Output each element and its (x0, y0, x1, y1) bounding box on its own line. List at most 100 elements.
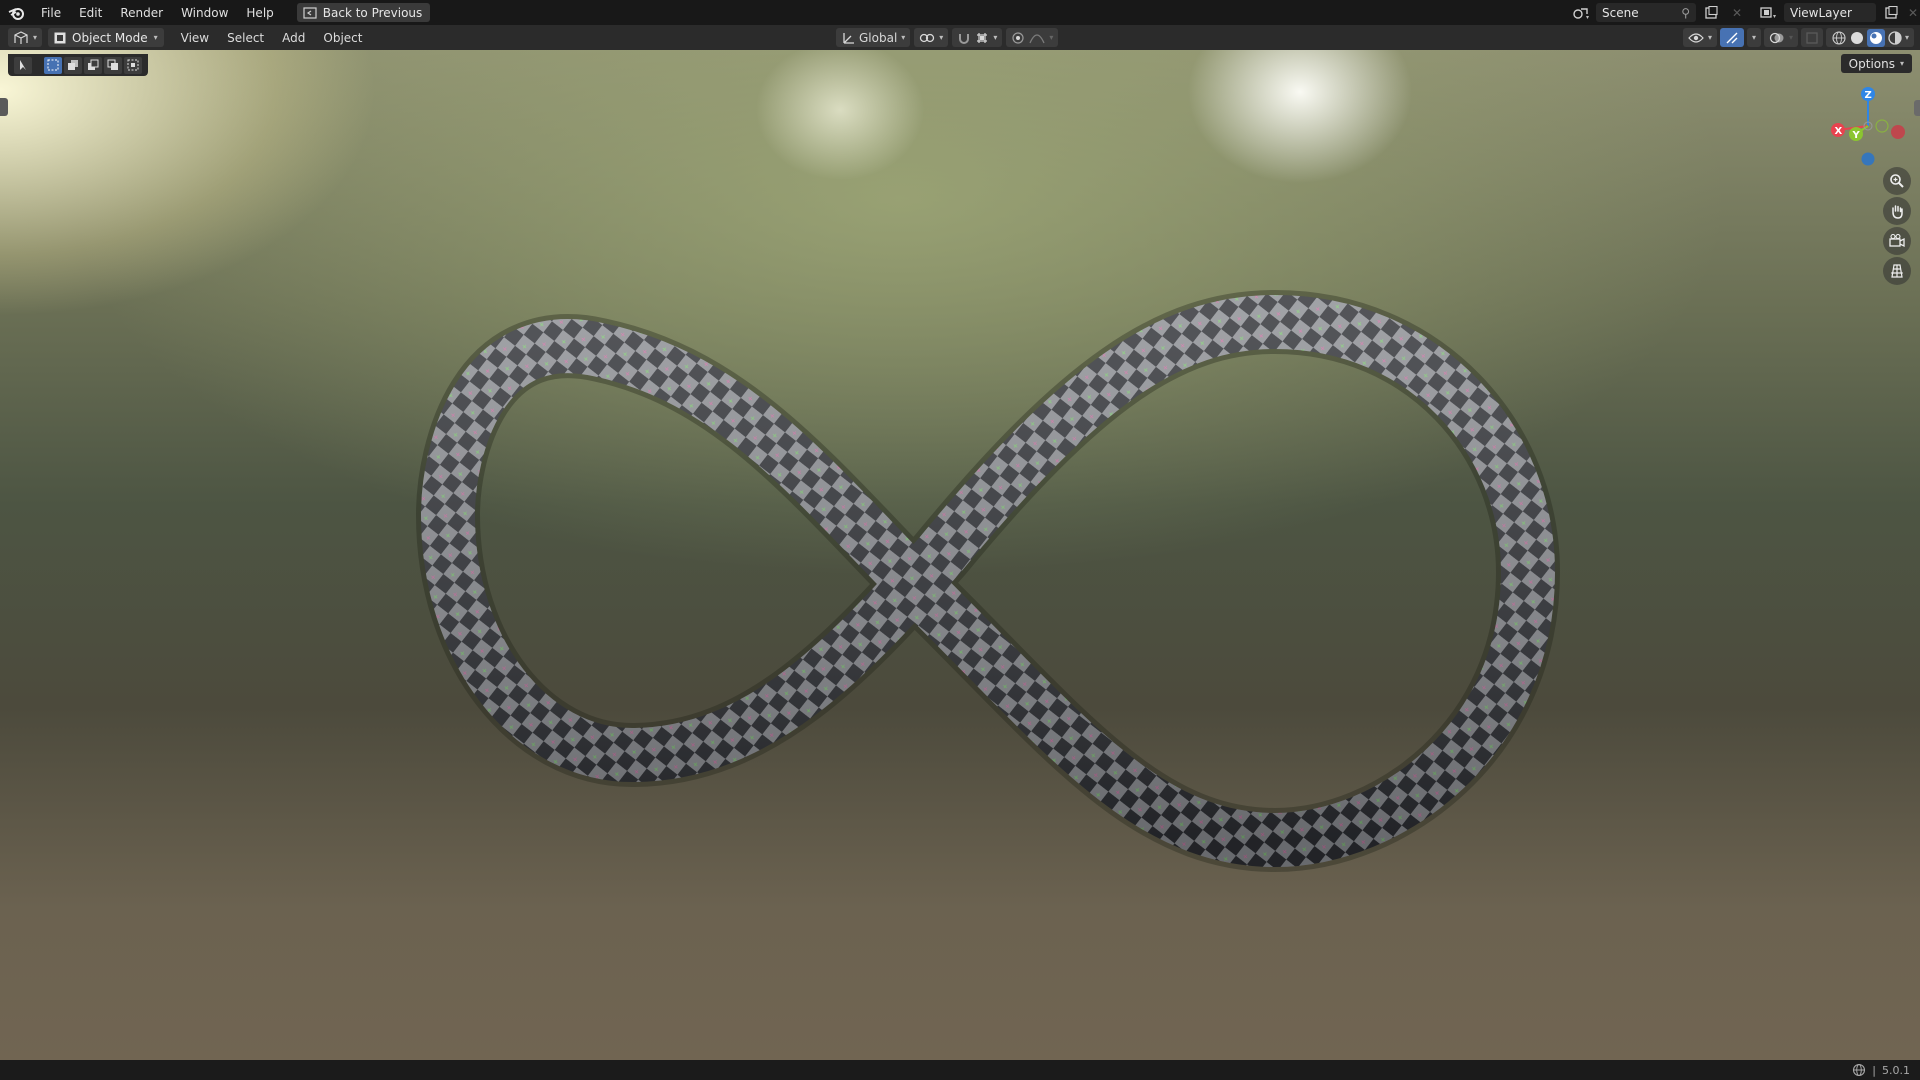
chevron-down-icon: ▾ (901, 33, 906, 42)
gizmo-y-label: Y (1852, 130, 1861, 141)
blender-version: 5.0.1 (1882, 1063, 1910, 1077)
editor-type-button[interactable]: ▾ (8, 28, 43, 47)
select-invert-button[interactable] (104, 56, 122, 74)
object-mode-dropdown[interactable]: Object Mode ▾ (48, 28, 164, 47)
eye-icon (1688, 32, 1704, 43)
select-intersect-icon (127, 59, 139, 71)
proportional-editing-group[interactable]: ▾ (1006, 28, 1059, 47)
view-layer-field[interactable]: ViewLayer (1784, 3, 1876, 22)
select-subtract-icon (88, 59, 99, 70)
scene-name: Scene (1602, 5, 1639, 20)
select-new-button[interactable] (44, 56, 62, 74)
checkered-torus-knot-object[interactable]: + + (0, 50, 1920, 1060)
top-right-controls: ▾ Scene ⚲ ✕ ▾ ViewLayer ✕ (1570, 0, 1920, 25)
material-preview-shading-button[interactable] (1866, 28, 1885, 47)
hand-pan-icon (1892, 205, 1903, 219)
options-label: Options (1848, 56, 1895, 71)
viewport-display-tools: ▾ ▾ ▾ ▾ (1682, 28, 1914, 47)
selection-tool-strip (8, 54, 148, 76)
scene-selector-icon[interactable]: ▾ (1570, 3, 1592, 22)
status-separator: | (1872, 1063, 1876, 1077)
camera-view-button[interactable] (1883, 227, 1911, 255)
snap-magnet-icon[interactable] (957, 31, 971, 45)
blender-logo-icon[interactable] (6, 3, 26, 23)
wireframe-shading-icon[interactable] (1831, 30, 1847, 46)
chevron-down-icon: ▾ (33, 33, 38, 42)
select-subtract-button[interactable] (84, 56, 102, 74)
status-bar: | 5.0.1 (0, 1060, 1920, 1080)
delete-view-layer-icon[interactable]: ✕ (1906, 3, 1920, 22)
menu-select[interactable]: Select (218, 28, 273, 48)
visibility-dropdown[interactable]: ▾ (1682, 28, 1717, 47)
chevron-down-icon: ▾ (1049, 33, 1054, 42)
select-new-icon (47, 59, 59, 71)
zoom-button[interactable] (1883, 167, 1911, 195)
transform-orientation-label: Global (859, 30, 898, 45)
menu-help[interactable]: Help (237, 3, 282, 23)
scene-name-field[interactable]: Scene ⚲ (1596, 3, 1696, 22)
select-extend-icon (68, 60, 78, 70)
delete-scene-icon[interactable]: ✕ (1726, 3, 1748, 22)
select-extend-button[interactable] (64, 56, 82, 74)
overlays-toggle[interactable]: ▾ (1763, 28, 1798, 47)
3d-viewport[interactable]: + + (0, 50, 1920, 1060)
xray-toggle[interactable] (1800, 28, 1823, 47)
perspective-toggle-button[interactable] (1883, 257, 1911, 285)
chevron-down-icon[interactable]: ▾ (1905, 33, 1909, 42)
options-dropdown[interactable]: Options ▾ (1840, 54, 1912, 73)
chevron-down-icon: ▾ (153, 33, 158, 42)
select-invert-icon (107, 59, 118, 70)
back-to-previous-button[interactable]: Back to Previous (296, 3, 431, 22)
material-preview-icon (1869, 31, 1882, 44)
rendered-shading-icon[interactable] (1887, 30, 1903, 46)
svg-text:▾: ▾ (1586, 14, 1589, 20)
menu-edit[interactable]: Edit (70, 3, 111, 23)
magnifier-zoom-icon (1890, 174, 1904, 188)
screen-back-icon (303, 6, 317, 19)
back-to-previous-label: Back to Previous (322, 5, 423, 20)
svg-text:▾: ▾ (1773, 13, 1776, 20)
object-mode-icon (54, 32, 66, 43)
proportional-editing-icon[interactable] (1011, 31, 1025, 45)
shading-mode-group: ▾ (1825, 28, 1914, 47)
sidebar-expand-tab[interactable] (1914, 100, 1920, 116)
viewport-header: ▾ Object Mode ▾ View Select Add Object G… (0, 25, 1920, 50)
pivot-point-dropdown[interactable]: ▾ (914, 28, 949, 47)
chevron-down-icon: ▾ (1899, 59, 1904, 68)
menu-render[interactable]: Render (111, 3, 172, 23)
gizmo-neg-x-axis (1891, 125, 1905, 139)
falloff-curve-icon[interactable] (1029, 31, 1045, 45)
menu-object[interactable]: Object (314, 28, 371, 48)
pan-button[interactable] (1883, 197, 1911, 225)
menu-view[interactable]: View (172, 28, 218, 48)
select-tool-button[interactable] (14, 56, 32, 74)
pivot-point-icon (920, 33, 935, 42)
menu-add[interactable]: Add (273, 28, 314, 48)
gizmo-z-label: Z (1865, 90, 1872, 101)
chevron-down-icon: ▾ (1788, 33, 1793, 42)
gizmo-options-dropdown[interactable]: ▾ (1746, 28, 1761, 47)
new-scene-icon[interactable] (1700, 3, 1722, 22)
menu-file[interactable]: File (32, 3, 70, 23)
select-intersect-button[interactable] (124, 56, 142, 74)
grid-perspective-icon (1891, 264, 1903, 278)
gizmo-neg-y-axis (1875, 119, 1889, 133)
top-bar: File Edit Render Window Help Back to Pre… (0, 0, 1920, 25)
show-gizmo-toggle[interactable] (1719, 28, 1744, 47)
transform-orientation-dropdown[interactable]: Global ▾ (836, 28, 911, 47)
navigation-gizmo[interactable]: Z X Y (1826, 86, 1906, 176)
gizmo-icon (1726, 32, 1738, 43)
menu-window[interactable]: Window (172, 3, 237, 23)
solid-shading-icon[interactable] (1849, 30, 1865, 46)
orientation-axes-icon (843, 32, 854, 44)
pin-icon[interactable]: ⚲ (1681, 6, 1690, 20)
chevron-down-icon: ▾ (1707, 33, 1712, 42)
view-layer-selector-icon[interactable]: ▾ (1758, 3, 1780, 22)
new-view-layer-icon[interactable] (1880, 3, 1902, 22)
snapping-toggle-group[interactable]: ▾ (952, 28, 1003, 47)
xray-icon (1806, 31, 1818, 44)
globe-network-icon[interactable] (1852, 1063, 1866, 1077)
toolbar-expand-tab[interactable] (0, 98, 8, 116)
overlays-icon (1769, 32, 1784, 43)
snap-increment-icon[interactable] (975, 31, 989, 45)
